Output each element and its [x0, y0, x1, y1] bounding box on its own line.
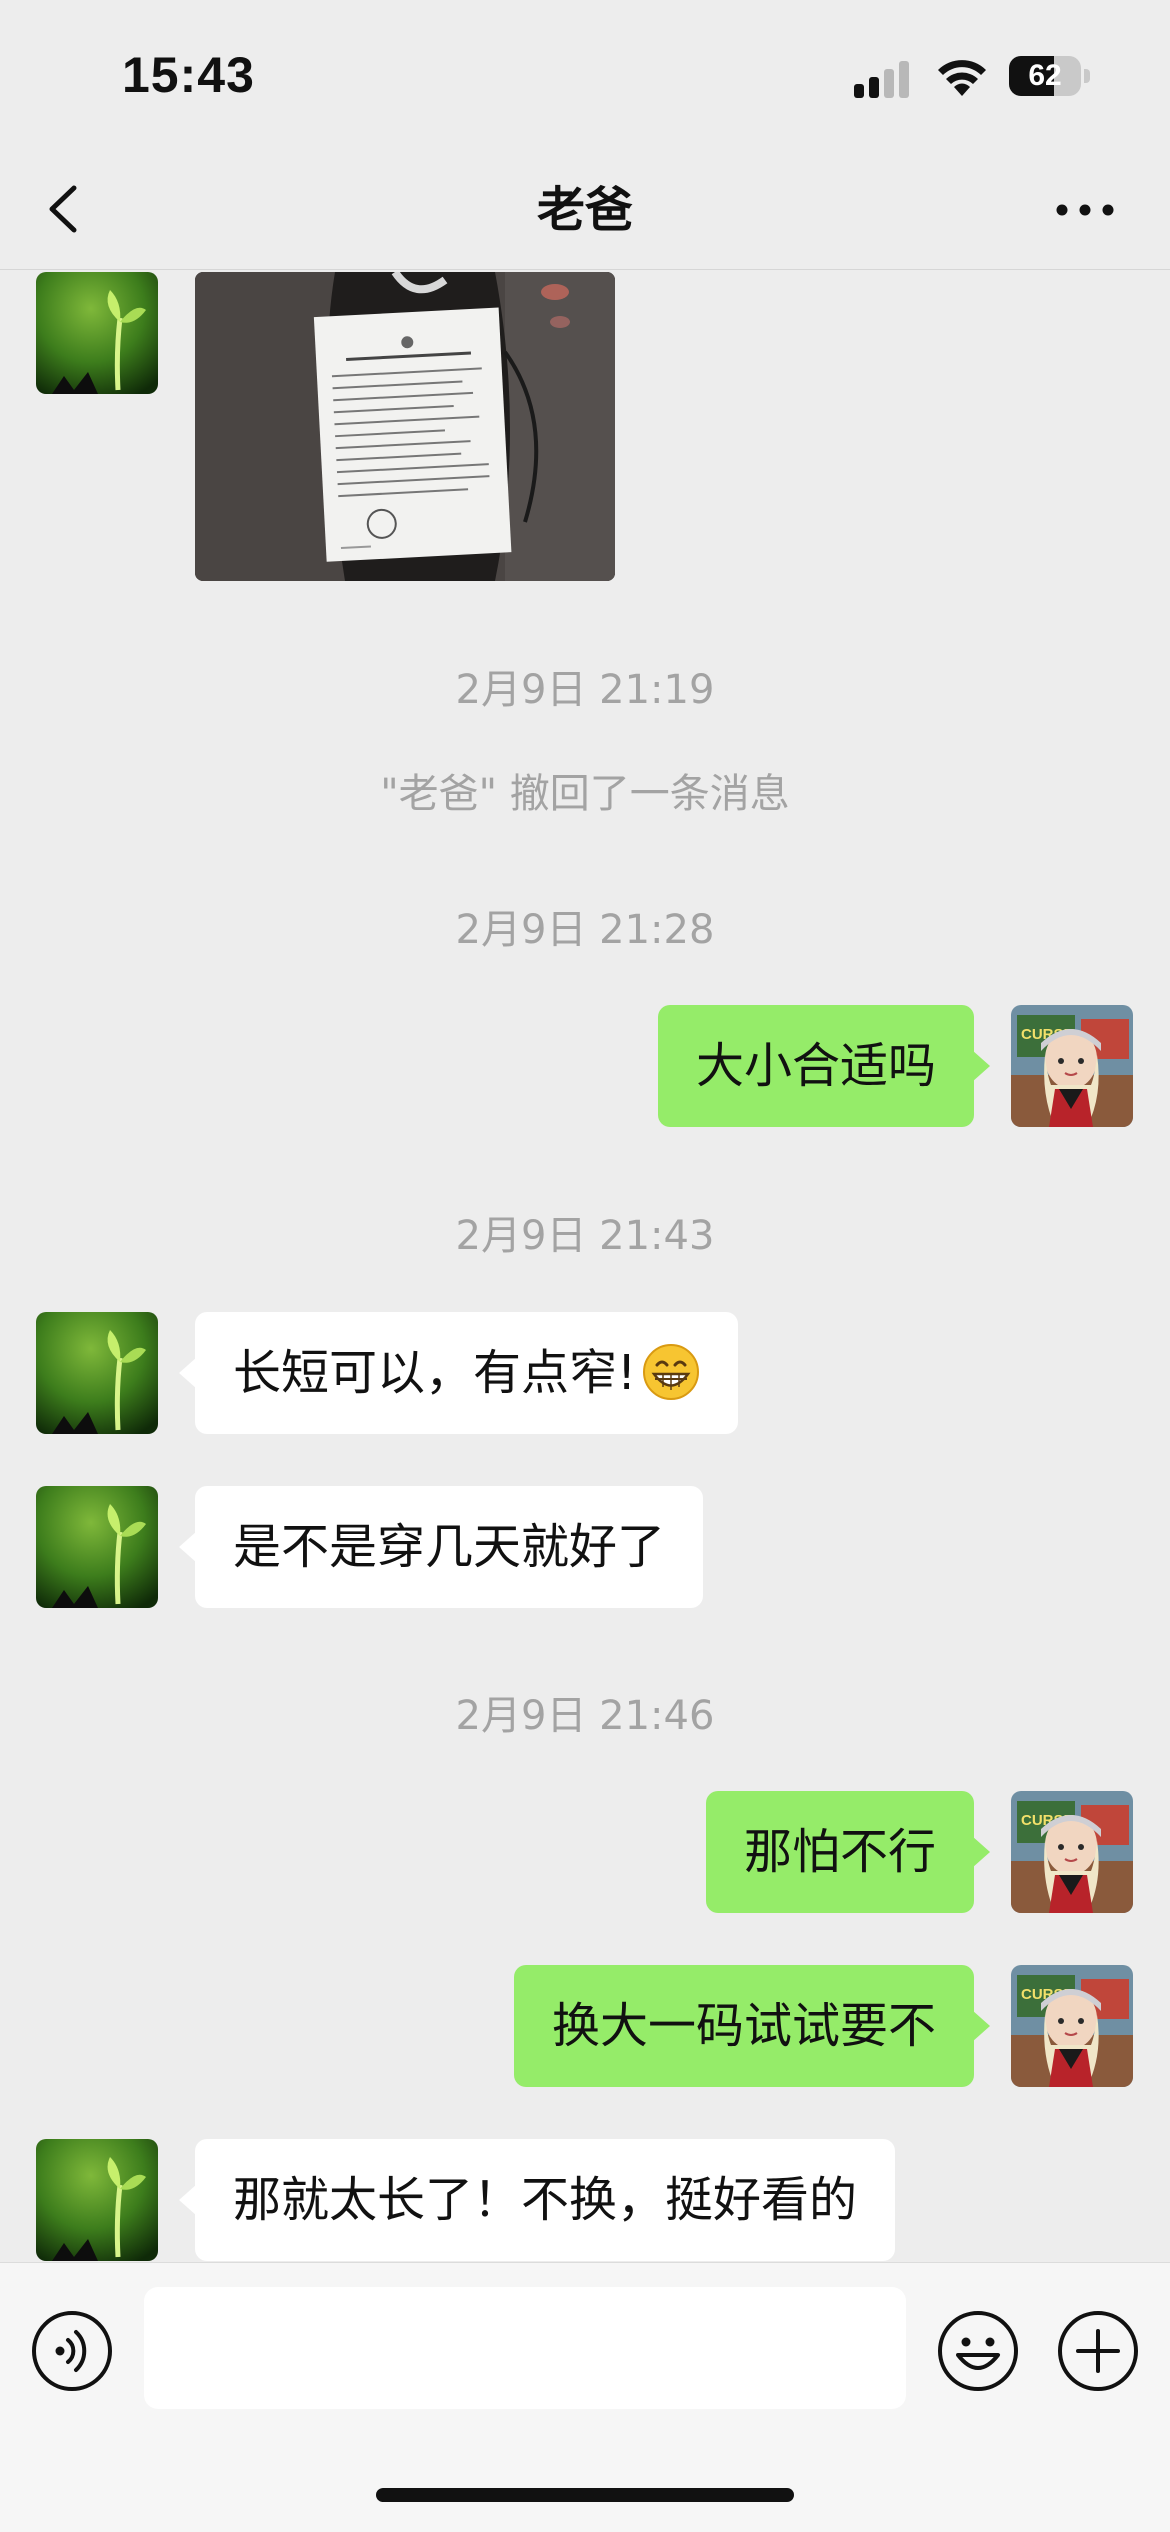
voice-button[interactable]	[30, 2309, 114, 2393]
timestamp: 2月9日 21:46	[455, 1693, 715, 1739]
wifi-icon	[938, 60, 986, 96]
received-message-bubble[interactable]: 长短可以，有点窄!	[178, 1312, 739, 1434]
my-avatar[interactable]: CURSE	[1011, 1965, 1133, 2087]
chat-header: 老爸	[0, 150, 1170, 270]
my-avatar[interactable]: CURSE	[1011, 1791, 1133, 1913]
status-bar: 15:43 62	[0, 0, 1170, 150]
voice-icon	[32, 2311, 112, 2391]
contact-avatar[interactable]	[36, 1486, 158, 1608]
sent-message-bubble[interactable]: 换大一码试试要不	[513, 1965, 991, 2087]
timestamp: 2月9日 21:43	[455, 1213, 715, 1259]
home-indicator	[376, 2488, 794, 2502]
contact-avatar[interactable]	[36, 1312, 158, 1434]
battery-icon: 62	[1009, 56, 1091, 96]
back-button[interactable]	[38, 174, 98, 244]
message-text: 长短可以，有点窄!	[233, 1345, 637, 1401]
message-list[interactable]: 2月9日 21:19 "老爸" 撤回了一条消息 2月9日 21:28 大小合适吗…	[0, 271, 1170, 2262]
received-message-bubble[interactable]: 是不是穿几天就好了	[178, 1486, 704, 1608]
message-input[interactable]	[144, 2287, 906, 2409]
emoji-icon	[938, 2311, 1018, 2391]
timestamp: 2月9日 21:28	[455, 907, 715, 953]
chevron-left-icon	[49, 185, 77, 233]
received-message-bubble[interactable]: 那就太长了！不换，挺好看的	[178, 2139, 896, 2261]
more-button[interactable]	[1050, 190, 1120, 230]
plus-button[interactable]	[1056, 2309, 1140, 2393]
sent-message-bubble[interactable]: 那怕不行	[705, 1791, 991, 1913]
cellular-signal-icon	[854, 61, 909, 98]
contact-avatar[interactable]	[36, 2139, 158, 2261]
status-time: 15:43	[122, 47, 255, 103]
chat-title: 老爸	[536, 182, 633, 238]
image-message-product-tag[interactable]	[195, 272, 615, 581]
timestamp: 2月9日 21:19	[455, 667, 715, 713]
more-dots-icon	[1056, 204, 1114, 216]
my-avatar[interactable]: CURSE	[1011, 1005, 1133, 1127]
recall-notice: "老爸" 撤回了一条消息	[380, 771, 790, 817]
grinning-face-icon	[643, 1344, 700, 1400]
sent-message-bubble[interactable]: 大小合适吗	[657, 1005, 991, 1127]
contact-avatar[interactable]	[36, 272, 158, 394]
emoji-button[interactable]	[936, 2309, 1020, 2393]
battery-level: 62	[1028, 59, 1062, 92]
plus-icon	[1058, 2311, 1138, 2391]
